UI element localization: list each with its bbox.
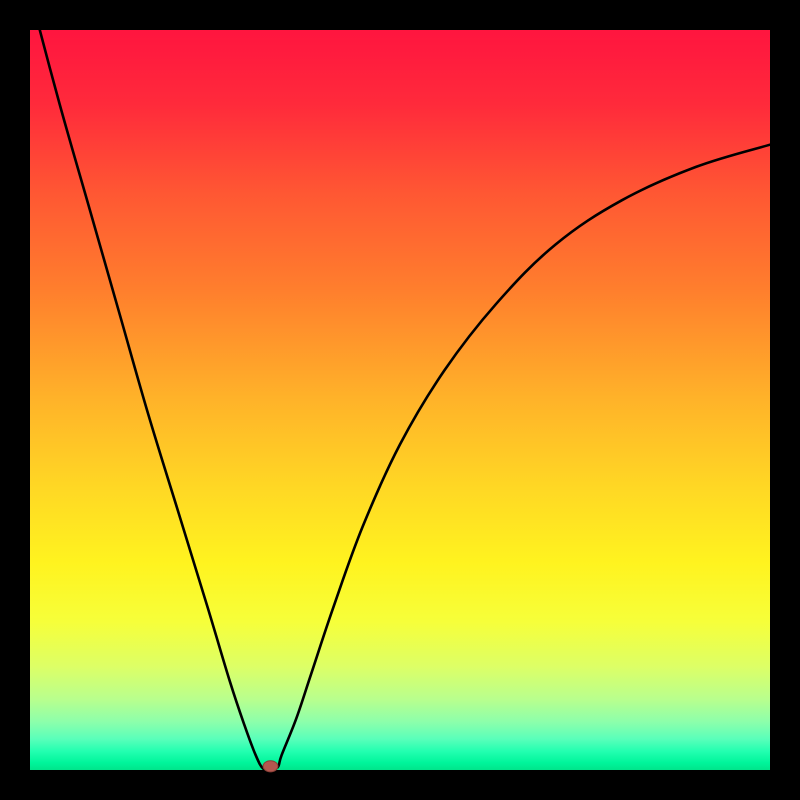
chart-stage: TheBottleneck.com bbox=[0, 0, 800, 800]
optimum-marker bbox=[263, 761, 278, 772]
bottleneck-chart bbox=[0, 0, 800, 800]
plot-background bbox=[30, 30, 770, 770]
